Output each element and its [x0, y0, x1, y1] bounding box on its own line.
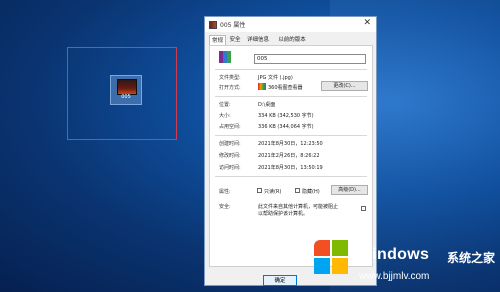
modified-value: 2021年2月26日，8:26:22	[258, 153, 320, 159]
readonly-checkbox[interactable]	[257, 188, 262, 193]
hidden-label[interactable]: 隐藏(H)	[302, 188, 320, 195]
advanced-button[interactable]: 高级(D)...	[331, 185, 368, 195]
desktop-file-005[interactable]: 005	[110, 75, 142, 105]
accessed-label: 访问时间:	[219, 165, 241, 171]
dialog-title: 005 属性	[220, 22, 246, 29]
file-name-field[interactable]: 005	[254, 54, 366, 64]
change-button[interactable]: 更改(C)...	[321, 81, 368, 91]
general-tab-panel: 005 文件类型: JPG 文件 (.jpg) 打开方式: 360看图查看器 更…	[209, 45, 373, 267]
location-label: 位置:	[219, 102, 231, 108]
tab-security[interactable]: 安全	[228, 35, 242, 45]
image-thumbnail-icon	[117, 79, 137, 95]
divider	[215, 176, 367, 177]
disk-size-label: 占用空间:	[219, 124, 241, 130]
attributes-label: 属性:	[219, 189, 231, 195]
tab-general[interactable]: 常规	[209, 35, 226, 45]
windows-logo-icon	[314, 240, 350, 276]
open-with-value: 360看图查看器	[268, 85, 303, 91]
file-type-value: JPG 文件 (.jpg)	[258, 75, 293, 81]
modified-label: 修改时间:	[219, 153, 241, 159]
location-value: D:\桌面	[258, 102, 276, 108]
viewer-app-icon	[258, 83, 266, 90]
tab-details[interactable]: 详细信息	[244, 35, 272, 45]
close-icon[interactable]: ✕	[363, 18, 371, 28]
disk-size-value: 336 KB (344,064 字节)	[258, 124, 314, 130]
open-with-label: 打开方式:	[219, 85, 241, 91]
watermark: Windows 系统之家 www.bjjmlv.com	[309, 238, 500, 292]
watermark-brand: Windows	[357, 246, 430, 263]
file-type-label: 文件类型:	[219, 75, 241, 81]
created-label: 创建时间:	[219, 141, 241, 147]
created-value: 2021年8月30日，12:23:50	[258, 141, 323, 147]
desktop-file-label: 005	[121, 94, 131, 100]
dialog-titlebar[interactable]: 005 属性 ✕	[205, 17, 376, 32]
watermark-cn: 系统之家	[447, 251, 496, 265]
ok-button[interactable]: 确定	[263, 275, 297, 286]
image-file-icon	[209, 21, 217, 29]
watermark-url: www.bjjmlv.com	[359, 271, 430, 282]
security-label: 安全:	[219, 204, 231, 210]
divider	[215, 135, 367, 136]
security-text-line-1: 此文件来自其他计算机，可能被阻止	[258, 204, 339, 210]
divider	[215, 69, 367, 70]
accessed-value: 2021年8月30日，13:50:19	[258, 165, 323, 171]
size-label: 大小:	[219, 113, 231, 119]
size-value: 334 KB (342,530 字节)	[258, 113, 314, 119]
divider	[215, 96, 367, 97]
readonly-label[interactable]: 只读(R)	[264, 188, 281, 195]
rar-file-icon	[219, 51, 231, 63]
security-text-line-2: 以帮助保护该计算机。	[258, 211, 309, 217]
hidden-checkbox[interactable]	[295, 188, 300, 193]
tab-previous-versions[interactable]: 以前的版本	[274, 35, 310, 45]
unblock-checkbox[interactable]	[361, 206, 366, 211]
